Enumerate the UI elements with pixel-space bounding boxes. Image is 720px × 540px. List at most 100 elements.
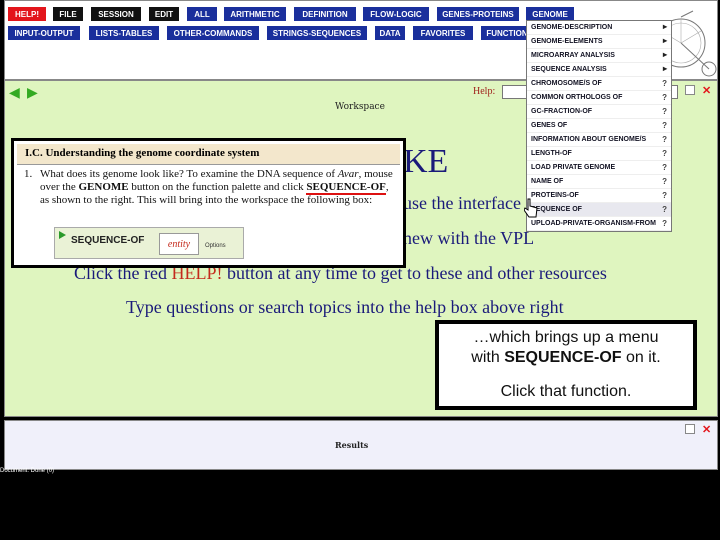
callout-line-2-post: on it.	[621, 349, 661, 366]
menu-item[interactable]: GC-FRACTION-OF?	[527, 105, 671, 119]
callout-line-1: …which brings up a menu	[473, 329, 659, 346]
close-icon[interactable]: ✕	[702, 84, 711, 97]
menu-item-label: INFORMATION ABOUT GENOME/S	[531, 136, 647, 143]
menu-item-label: GENOME-DESCRIPTION	[531, 24, 613, 31]
workspace-title: Workspace	[335, 102, 385, 112]
help-question-icon: ?	[662, 107, 667, 116]
instruction-header: I.C. Understanding the genome coordinate…	[17, 144, 400, 165]
menu-item[interactable]: CHROMOSOME/S OF?	[527, 77, 671, 91]
widget-label: SEQUENCE-OF	[71, 235, 145, 246]
step-text: What does its genome look like? To exami…	[40, 168, 399, 207]
menu-item[interactable]: COMMON ORTHOLOGS OF?	[527, 91, 671, 105]
help-question-icon: ?	[662, 135, 667, 144]
back-arrow-icon[interactable]: ◀	[9, 85, 20, 99]
genome-keyword: GENOME	[78, 181, 129, 193]
help-question-icon: ?	[662, 177, 667, 186]
submenu-arrow-icon: ▸	[662, 64, 667, 73]
submenu-arrow-icon: ▸	[662, 22, 667, 31]
help-question-icon: ?	[662, 93, 667, 102]
play-triangle-icon	[59, 231, 66, 239]
help-question-icon: ?	[662, 121, 667, 130]
other-commands-button[interactable]: OTHER-COMMANDS	[167, 26, 259, 40]
edit-button[interactable]: EDIT	[149, 7, 179, 21]
close-icon[interactable]: ✕	[702, 423, 711, 436]
menu-item[interactable]: INFORMATION ABOUT GENOME/S?	[527, 133, 671, 147]
genome-dropdown-menu: GENOME-DESCRIPTION ▸ GENOME-ELEMENTS ▸ MICRO…	[526, 20, 672, 232]
menu-item-label: PROTEINS-OF	[531, 192, 579, 199]
menu-item-label: GC-FRACTION-OF	[531, 108, 593, 115]
session-button[interactable]: SESSION	[91, 7, 141, 21]
definition-button[interactable]: DEFINITION	[294, 7, 356, 21]
menu-item-label: NAME OF	[531, 178, 564, 185]
menu-item[interactable]: LOAD PRIVATE GENOME?	[527, 161, 671, 175]
intro-line-3: new with the VPL	[403, 228, 535, 248]
menu-item-label: SEQUENCE OF	[531, 206, 582, 213]
help-button[interactable]: HELP!	[8, 7, 46, 21]
forward-arrow-icon[interactable]: ▶	[27, 85, 38, 99]
arithmetic-button[interactable]: ARITHMETIC	[224, 7, 286, 21]
options-label: Options	[205, 243, 226, 249]
menu-item-label: LOAD PRIVATE GENOME	[531, 164, 616, 171]
menu-item[interactable]: SEQUENCE OF?	[527, 203, 671, 217]
menu-item[interactable]: GENOME-DESCRIPTION ▸	[527, 21, 671, 35]
callout-line-2-pre: with	[471, 349, 505, 366]
data-button[interactable]: DATA	[375, 26, 405, 40]
instruction-box: I.C. Understanding the genome coordinate…	[11, 138, 406, 268]
help-label: Help:	[473, 86, 496, 97]
callout-box: …which brings up a menu with SEQUENCE-OF…	[435, 320, 697, 410]
window-control-icon[interactable]	[685, 85, 695, 95]
file-button[interactable]: FILE	[53, 7, 83, 21]
genes-proteins-button[interactable]: GENES-PROTEINS	[437, 7, 519, 21]
menu-item-label: MICROARRAY ANALYSIS	[531, 52, 615, 59]
window-control-icon[interactable]	[685, 424, 695, 434]
sequence-of-keyword: SEQUENCE-OF	[306, 181, 386, 195]
menu-item-label: GENES OF	[531, 122, 568, 129]
sequence-of-widget: SEQUENCE-OF entity Options	[54, 227, 244, 259]
menu-item-label: COMMON ORTHOLOGS OF	[531, 94, 623, 101]
menu-item-label: SEQUENCE ANALYSIS	[531, 66, 607, 73]
menu-item-label: LENGTH-OF	[531, 150, 572, 157]
results-title: Results	[335, 440, 369, 450]
intro-line-2: use the interface	[403, 193, 521, 213]
step-number: 1.	[24, 168, 33, 180]
menu-item[interactable]: LENGTH-OF?	[527, 147, 671, 161]
entity-slot: entity	[159, 233, 199, 255]
help-question-icon: ?	[662, 191, 667, 200]
menu-item[interactable]: UPLOAD-PRIVATE-ORGANISM-FROM?	[527, 217, 671, 231]
status-bar: Document: Done (0)	[0, 468, 55, 474]
organism-name: Avar	[337, 168, 359, 180]
menu-item-label: UPLOAD-PRIVATE-ORGANISM-FROM	[531, 220, 656, 227]
step-text-c: button on the function palette and click	[128, 181, 307, 193]
welcome-heading-fragment: KE	[403, 143, 449, 180]
callout-line-3: Click that function.	[500, 383, 632, 400]
menu-item-label: CHROMOSOME/S OF	[531, 80, 602, 87]
callout-keyword: SEQUENCE-OF	[504, 349, 622, 366]
hand-cursor-icon	[524, 198, 538, 218]
help-question-icon: ?	[662, 219, 667, 228]
menu-item[interactable]: GENOME-ELEMENTS ▸	[527, 35, 671, 49]
help-question-icon: ?	[662, 163, 667, 172]
help-question-icon: ?	[662, 149, 667, 158]
callout-line-2: with SEQUENCE-OF on it.	[439, 348, 693, 368]
menu-item[interactable]: GENES OF?	[527, 119, 671, 133]
help-question-icon: ?	[662, 205, 667, 214]
menu-item[interactable]: SEQUENCE ANALYSIS ▸	[527, 63, 671, 77]
menu-item[interactable]: NAME OF?	[527, 175, 671, 189]
menu-item[interactable]: MICROARRAY ANALYSIS ▸	[527, 49, 671, 63]
lists-tables-button[interactable]: LISTS-TABLES	[89, 26, 159, 40]
step-text-a: What does its genome look like? To exami…	[40, 168, 338, 180]
all-button[interactable]: ALL	[187, 7, 217, 21]
instruction-step: 1. What does its genome look like? To ex…	[24, 168, 399, 207]
strings-sequences-button[interactable]: STRINGS-SEQUENCES	[267, 26, 367, 40]
results-panel: Results ✕	[4, 420, 718, 470]
input-output-button[interactable]: INPUT-OUTPUT	[8, 26, 80, 40]
menu-item[interactable]: PROTEINS-OF?	[527, 189, 671, 203]
intro-line-5: Type questions or search topics into the…	[126, 297, 564, 317]
menu-item-label: GENOME-ELEMENTS	[531, 38, 603, 45]
favorites-button[interactable]: FAVORITES	[413, 26, 473, 40]
genome-button[interactable]: GENOME	[526, 7, 574, 21]
submenu-arrow-icon: ▸	[662, 50, 667, 59]
submenu-arrow-icon: ▸	[662, 36, 667, 45]
flow-logic-button[interactable]: FLOW-LOGIC	[363, 7, 429, 21]
help-question-icon: ?	[662, 79, 667, 88]
